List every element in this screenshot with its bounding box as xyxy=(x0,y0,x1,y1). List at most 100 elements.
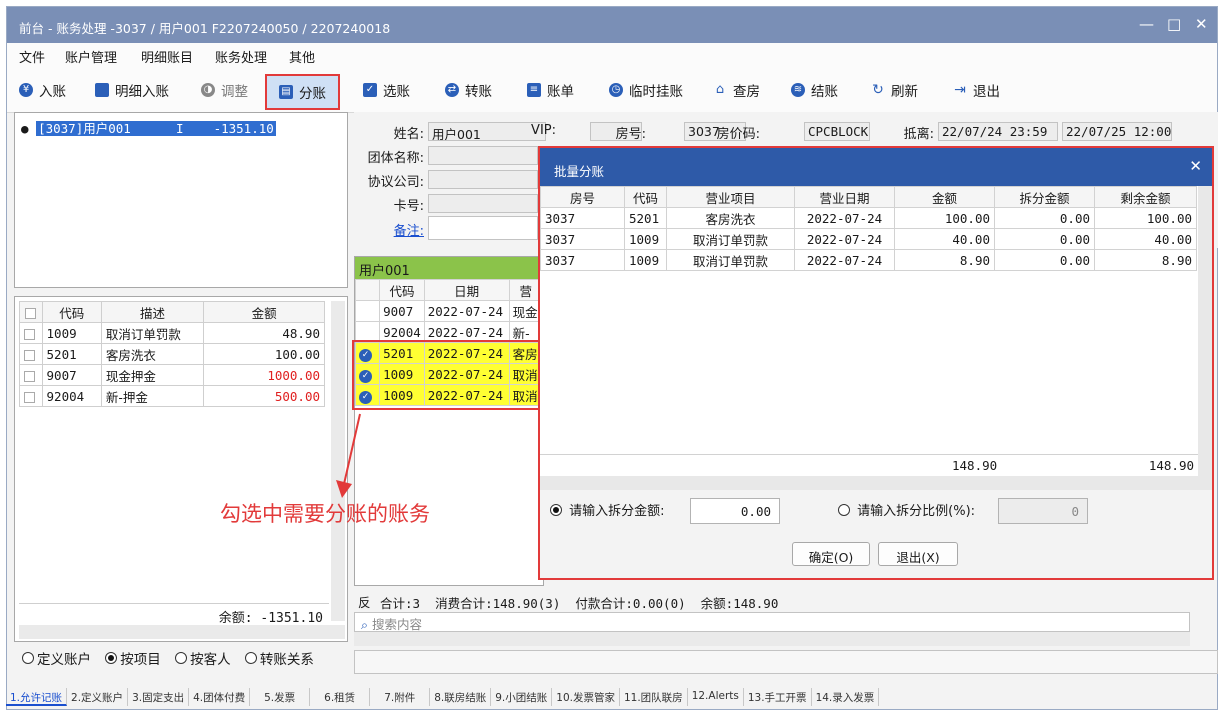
horizontal-scrollbar[interactable] xyxy=(19,625,345,639)
yen-icon: ¥ xyxy=(19,83,33,97)
exit-dialog-button[interactable]: 退出(X) xyxy=(878,542,958,566)
search-input[interactable]: ⌕ 搜索内容 xyxy=(354,612,1190,632)
arrive-depart-label: 抵离: xyxy=(903,127,934,142)
minimize-button[interactable]: — xyxy=(1139,15,1154,33)
post-button[interactable]: ¥ 入账 xyxy=(19,77,66,103)
menu-file[interactable]: 文件 xyxy=(19,47,45,66)
tab-group-pay[interactable]: 4.团体付费 xyxy=(189,688,251,706)
temp-hold-button[interactable]: ◷ 临时挂账 xyxy=(609,77,683,103)
note-link[interactable]: 备注: xyxy=(354,220,424,239)
tab-allow-post[interactable]: 1.允许记账 xyxy=(6,688,68,706)
group-field[interactable] xyxy=(428,146,538,165)
menu-billing[interactable]: 账务处理 xyxy=(215,47,267,66)
account-summary-bar: 反 合计:3 消费合计:148.90(3) 付款合计:0.00(0) 余额:14… xyxy=(354,590,1190,611)
row-checkbox[interactable] xyxy=(19,322,43,344)
close-button[interactable]: ✕ xyxy=(1195,15,1208,33)
search-icon: ⌕ xyxy=(361,617,369,632)
tab-invoice[interactable]: 5.发票 xyxy=(250,688,311,706)
tab-attachment[interactable]: 7.附件 xyxy=(370,688,431,706)
horizontal-scrollbar[interactable] xyxy=(354,632,1190,646)
agreement-field[interactable] xyxy=(428,170,538,189)
tab-linked-checkout[interactable]: 8.联房结账 xyxy=(430,688,492,706)
table-row[interactable]: 1009 取消订单罚款 48.90 xyxy=(19,322,325,344)
header-desc: 描述 xyxy=(100,301,205,323)
split-amount-cell[interactable]: 0.00 xyxy=(994,249,1095,271)
tab-invoice-manager[interactable]: 10.发票管家 xyxy=(552,688,620,706)
split-amount-input[interactable]: 0.00 xyxy=(690,498,780,524)
radio-dot xyxy=(105,652,118,664)
note-field[interactable] xyxy=(428,216,538,240)
header-checkbox[interactable] xyxy=(19,301,43,323)
radio-split-amount[interactable]: 请输入拆分金额: xyxy=(550,500,665,519)
radio-split-ratio[interactable]: 请输入拆分比例(%): xyxy=(838,500,975,519)
tab-alerts[interactable]: 12.Alerts xyxy=(688,688,744,706)
menu-account-management[interactable]: 账户管理 xyxy=(65,47,117,66)
exit-button[interactable]: ⇥ 退出 xyxy=(953,77,1000,103)
tab-fixed-expense[interactable]: 3.固定支出 xyxy=(128,688,190,706)
table-row[interactable]: 5201 客房洗衣 100.00 xyxy=(19,343,325,365)
detail-post-button[interactable]: 明细入账 xyxy=(95,77,169,103)
row-checkbox[interactable] xyxy=(19,385,43,407)
split-amount-cell[interactable]: 0.00 xyxy=(994,228,1095,250)
adjust-button[interactable]: ◑ 调整 xyxy=(201,77,248,103)
select-account-button[interactable]: ✓ 选账 xyxy=(363,77,410,103)
menu-other[interactable]: 其他 xyxy=(289,47,315,66)
balance-text: 余额: -1351.10 xyxy=(218,611,323,626)
toolbar: ¥ 入账 明细入账 ◑ 调整 ▤ 分账 ✓ 选账 ⇄ 转账 ≡ 账单 ◷ 临时挂账 ⌂ 查房 ≋… xyxy=(7,67,1217,113)
tree-item-selected[interactable]: ● [3037]用户001 I -1351.10 xyxy=(21,118,276,137)
account-tree[interactable]: ● [3037]用户001 I -1351.10 xyxy=(14,112,348,288)
table-row[interactable]: 3037 5201 客房洗衣 2022-07-24 100.00 0.00 10… xyxy=(540,207,1197,229)
dialog-vertical-scrollbar[interactable] xyxy=(1198,186,1212,476)
split-button[interactable]: ▤ 分账 xyxy=(265,74,340,110)
tab-enter-invoice[interactable]: 14.录入发票 xyxy=(812,688,880,706)
split-table: 房号 代码 营业项目 营业日期 金额 拆分金额 剩余金额 3037 5201 客… xyxy=(540,186,1198,476)
radio-by-guest[interactable]: 按客人 xyxy=(175,648,231,668)
reverse-toggle[interactable]: 反 xyxy=(358,592,371,611)
tab-lease[interactable]: 6.租赁 xyxy=(310,688,371,706)
radio-transfer-relation[interactable]: 转账关系 xyxy=(244,648,314,668)
checkout-button[interactable]: ≋ 结账 xyxy=(791,77,838,103)
card-field[interactable] xyxy=(428,194,538,213)
row-checkbox[interactable] xyxy=(19,364,43,386)
check-room-button[interactable]: ⌂ 查房 xyxy=(713,77,760,103)
dialog-title: 批量分账 xyxy=(554,164,605,179)
table-row[interactable]: 3037 1009 取消订单罚款 2022-07-24 8.90 0.00 8.… xyxy=(540,249,1197,271)
table-row[interactable]: 3037 1009 取消订单罚款 2022-07-24 40.00 0.00 4… xyxy=(540,228,1197,250)
selection-highlight-box xyxy=(352,340,542,410)
tab-team-linked-room[interactable]: 11.团队联房 xyxy=(620,688,688,706)
card-icon xyxy=(95,83,109,97)
menu-detail-items[interactable]: 明细账目 xyxy=(141,47,193,66)
table-row[interactable]: 92004 新-押金 500.00 xyxy=(19,385,325,407)
arrive-field[interactable]: 22/07/24 23:59 xyxy=(938,122,1058,141)
vip-label: VIP: xyxy=(531,123,556,138)
transfer-icon: ⇄ xyxy=(445,83,459,97)
dialog-title-bar: 批量分账 ✕ xyxy=(540,148,1212,186)
depart-field[interactable]: 22/07/25 12:00 xyxy=(1062,122,1172,141)
room-label: 房号: xyxy=(615,127,646,142)
split-amount-cell[interactable]: 0.00 xyxy=(994,207,1095,229)
tab-small-group-checkout[interactable]: 9.小团结账 xyxy=(491,688,553,706)
dialog-horizontal-scrollbar[interactable] xyxy=(540,476,1212,490)
radio-dot xyxy=(244,652,257,664)
maximize-button[interactable]: □ xyxy=(1167,15,1181,33)
radio-dot xyxy=(175,652,188,664)
radio-by-item[interactable]: 按项目 xyxy=(105,648,161,668)
rate-field[interactable]: CPCBLOCK xyxy=(804,122,870,141)
total-remaining: 148.90 xyxy=(1148,458,1194,473)
tab-define-account[interactable]: 2.定义账户 xyxy=(67,688,129,706)
confirm-button[interactable]: 确定(O) xyxy=(792,542,870,566)
account-header-row: 代码 日期 营 xyxy=(354,279,544,301)
row-checkbox[interactable] xyxy=(19,343,43,365)
dialog-close-button[interactable]: ✕ xyxy=(1189,157,1202,175)
table-row[interactable]: 9007 2022-07-24 现金 xyxy=(354,300,544,322)
bill-button[interactable]: ≡ 账单 xyxy=(527,77,574,103)
stack-icon: ≋ xyxy=(791,83,805,97)
transfer-button[interactable]: ⇄ 转账 xyxy=(445,77,492,103)
table-row[interactable]: 9007 现金押金 1000.00 xyxy=(19,364,325,386)
tab-manual-invoice[interactable]: 13.手工开票 xyxy=(744,688,812,706)
split-ratio-input[interactable]: 0 xyxy=(998,498,1088,524)
house-icon: ⌂ xyxy=(715,82,725,97)
radio-define-account[interactable]: 定义账户 xyxy=(22,648,91,668)
group-label: 团体名称: xyxy=(367,151,424,166)
refresh-button[interactable]: ↻ 刷新 xyxy=(871,77,918,103)
